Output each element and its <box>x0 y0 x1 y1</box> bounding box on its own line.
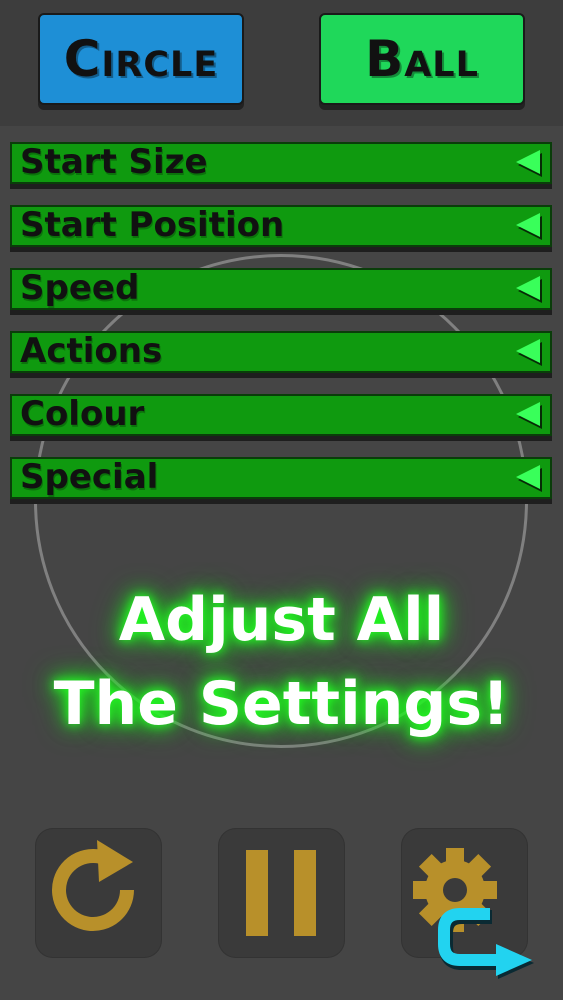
menu-item-label: Start Size <box>20 142 208 182</box>
menu-item-label: Start Position <box>20 205 285 245</box>
headline-line-1: Adjust All <box>118 585 445 655</box>
restart-button[interactable] <box>35 828 162 958</box>
circle-button-label: Circle <box>63 30 219 88</box>
menu-item-actions[interactable]: Actions <box>10 331 552 373</box>
menu-item-start-position[interactable]: Start Position <box>10 205 552 247</box>
collapse-arrow-icon <box>516 276 540 300</box>
pause-icon <box>246 850 316 936</box>
menu-item-label: Colour <box>20 394 145 434</box>
collapse-arrow-icon <box>516 339 540 363</box>
menu-item-label: Special <box>20 457 159 497</box>
pause-button[interactable] <box>218 828 345 958</box>
restart-icon <box>52 840 134 931</box>
menu-item-colour[interactable]: Colour <box>10 394 552 436</box>
headline: Adjust All The Settings! <box>0 578 563 746</box>
swap-icon[interactable] <box>432 900 542 990</box>
collapse-arrow-icon <box>516 213 540 237</box>
collapse-arrow-icon <box>516 465 540 489</box>
menu-item-label: Speed <box>20 268 140 308</box>
headline-line-2: The Settings! <box>53 669 510 739</box>
ball-button[interactable]: Ball <box>319 13 525 105</box>
menu-item-special[interactable]: Special <box>10 457 552 499</box>
settings-menu: Start Size Start Position Speed Actions … <box>10 142 552 520</box>
menu-item-speed[interactable]: Speed <box>10 268 552 310</box>
menu-item-label: Actions <box>20 331 163 371</box>
circle-button[interactable]: Circle <box>38 13 244 105</box>
collapse-arrow-icon <box>516 402 540 426</box>
ball-button-label: Ball <box>365 30 479 88</box>
collapse-arrow-icon <box>516 150 540 174</box>
menu-item-start-size[interactable]: Start Size <box>10 142 552 184</box>
